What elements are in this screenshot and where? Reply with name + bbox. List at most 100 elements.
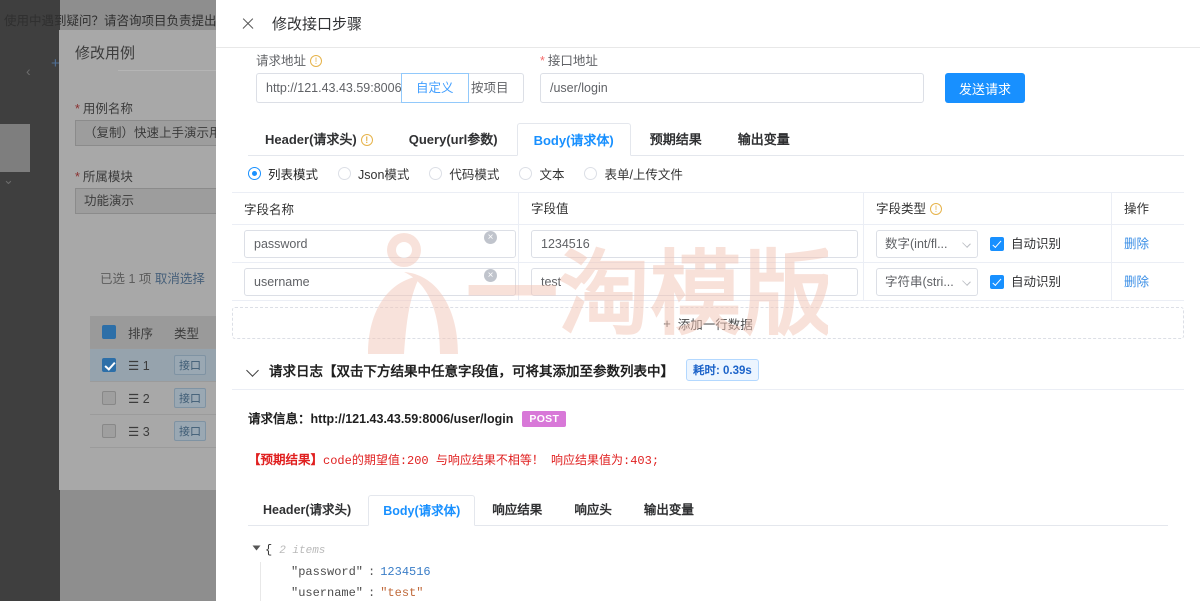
- row-checkbox[interactable]: [102, 424, 116, 438]
- required-asterisk: *: [75, 170, 80, 184]
- field-value-cell: 1234516: [518, 225, 863, 262]
- table-row: username × test 字符串(stri... 自动识别 删除: [232, 263, 1184, 301]
- field-value-cell: test: [518, 263, 863, 300]
- select-all-checkbox[interactable]: [102, 325, 116, 339]
- chevron-down-icon[interactable]: [246, 363, 259, 377]
- response-tab-result[interactable]: 响应结果: [477, 494, 557, 525]
- drawer-body: 请求地址! http://121.43.43.59:8006 自定义 按项目 *…: [216, 48, 1200, 601]
- required-asterisk: *: [540, 54, 545, 68]
- background-ghost-panel: [0, 124, 30, 172]
- json-entry[interactable]: "username" : "test": [291, 583, 1168, 601]
- request-info-line: 请求信息：http://121.43.43.59:8006/user/login…: [248, 408, 1168, 427]
- radio-json-mode[interactable]: Json模式: [338, 164, 409, 183]
- request-url-label: 请求地址!: [256, 50, 323, 69]
- error-text: code的期望值:200 与响应结果不相等！ 响应结果值为:403;: [323, 454, 660, 468]
- json-value[interactable]: 1234516: [380, 562, 430, 583]
- cancel-selection-link[interactable]: 取消选择: [155, 272, 205, 286]
- request-log-title: 请求日志【双击下方结果中任意字段值，可将其添加至参数列表中】: [269, 364, 674, 379]
- response-tab-headers[interactable]: 响应头: [559, 494, 627, 525]
- tab-body[interactable]: Body(请求体): [516, 123, 631, 156]
- field-type-cell: 字符串(stri... 自动识别: [863, 263, 1111, 300]
- info-icon[interactable]: !: [360, 134, 373, 146]
- edit-api-step-drawer: 修改接口步骤 请求地址! http://121.43.43.59:8006 自定…: [216, 0, 1200, 601]
- table-row: password × 1234516 数字(int/fl... 自动识别 删除: [232, 225, 1184, 263]
- field-name-input[interactable]: password ×: [244, 229, 516, 258]
- info-icon[interactable]: !: [930, 203, 943, 215]
- cost-time-badge: 耗时: 0.39s: [686, 359, 759, 381]
- send-request-button[interactable]: 发送请求: [945, 73, 1026, 103]
- json-key: "username": [291, 586, 364, 600]
- json-key: "password": [291, 565, 364, 579]
- background-topbar-text: 使用中遇到疑问？请咨询项目负责提出来；: [4, 14, 236, 28]
- row-checkbox[interactable]: [102, 391, 116, 405]
- radio-list-mode[interactable]: 列表模式: [248, 164, 318, 183]
- column-header-action: 操作: [1111, 193, 1184, 224]
- column-header-field-value: 字段值: [518, 193, 863, 224]
- auto-detect-label: 自动识别: [1011, 274, 1062, 289]
- radio-code-mode[interactable]: 代码模式: [429, 164, 499, 183]
- response-tab-header[interactable]: Header(请求头): [248, 494, 366, 525]
- json-entry[interactable]: "password" : 1234516: [291, 562, 1168, 583]
- action-cell: 删除: [1111, 225, 1184, 262]
- field-type-cell: 数字(int/fl... 自动识别: [863, 225, 1111, 262]
- radio-text-mode[interactable]: 文本: [519, 164, 564, 183]
- api-path-input[interactable]: /user/login: [540, 73, 924, 103]
- field-name-input[interactable]: username ×: [244, 267, 516, 296]
- background-field-label-0: * 用例名称: [75, 102, 133, 116]
- request-url-input[interactable]: http://121.43.43.59:8006: [256, 73, 401, 103]
- segment-custom-button[interactable]: 自定义: [401, 73, 469, 103]
- field-value-input[interactable]: 1234516: [531, 229, 858, 258]
- clear-icon[interactable]: ×: [484, 230, 497, 244]
- json-value[interactable]: "test": [380, 583, 423, 601]
- row-order: ☰ 1: [128, 358, 150, 373]
- radio-icon: [338, 166, 352, 180]
- error-prefix: 【预期结果】: [248, 453, 324, 467]
- url-row: 请求地址! http://121.43.43.59:8006 自定义 按项目 *…: [232, 48, 1184, 110]
- column-header-order: 排序: [128, 326, 154, 341]
- method-badge: POST: [522, 411, 567, 427]
- radio-icon: [429, 166, 443, 180]
- background-dark-strip: [0, 0, 60, 601]
- close-icon[interactable]: [240, 16, 256, 32]
- screen-root: 使用中遇到疑问？请咨询项目负责提出来； ‹ + ⌄ 修改用例 * 用例名称 （复制…: [0, 0, 1200, 601]
- field-type-select[interactable]: 数字(int/fl...: [876, 229, 978, 258]
- json-root-row: { 2 items: [252, 540, 1168, 562]
- chevron-down-icon[interactable]: ⌄: [3, 172, 14, 188]
- field-name-cell: password ×: [232, 225, 518, 262]
- auto-detect-checkbox[interactable]: [990, 274, 1004, 289]
- required-asterisk: *: [75, 102, 80, 116]
- request-log-body: 请求信息：http://121.43.43.59:8006/user/login…: [232, 389, 1184, 601]
- json-item-count: 2 items: [279, 545, 326, 557]
- chevron-down-icon: [962, 276, 971, 286]
- chevron-down-icon: [962, 238, 971, 248]
- field-type-select[interactable]: 字符串(stri...: [876, 267, 978, 296]
- json-entries: "password" : 1234516 "username" : "test": [260, 562, 1168, 601]
- auto-detect-checkbox[interactable]: [990, 236, 1004, 251]
- parameter-table: 字段名称 字段值 字段类型! 操作 password × 1234516 数字(…: [232, 192, 1184, 339]
- tab-output-variable[interactable]: 输出变量: [721, 122, 807, 155]
- tab-query[interactable]: Query(url参数): [392, 122, 515, 155]
- background-field-label-1: * 所属模块: [75, 170, 133, 184]
- delete-row-link[interactable]: 删除: [1124, 266, 1149, 298]
- action-cell: 删除: [1111, 263, 1184, 300]
- tab-expected-result[interactable]: 预期结果: [633, 122, 719, 155]
- delete-row-link[interactable]: 删除: [1124, 228, 1149, 260]
- radio-icon: [248, 166, 261, 180]
- column-header-field-type: 字段类型!: [863, 193, 1111, 224]
- json-colon: :: [368, 586, 376, 600]
- tab-header[interactable]: Header(请求头)!: [248, 122, 390, 155]
- response-tab-output-variable[interactable]: 输出变量: [629, 494, 709, 525]
- request-info-url: http://121.43.43.59:8006/user/login: [310, 412, 514, 426]
- info-icon[interactable]: !: [310, 55, 323, 67]
- background-modal-title: 修改用例: [75, 45, 136, 62]
- row-checkbox[interactable]: [102, 358, 116, 372]
- radio-icon: [584, 166, 598, 180]
- add-row-button[interactable]: + 添加一行数据: [232, 307, 1184, 339]
- expected-result-error: 【预期结果】code的期望值:200 与响应结果不相等！ 响应结果值为:403;: [248, 449, 1168, 468]
- response-tab-body[interactable]: Body(请求体): [368, 495, 476, 526]
- field-value-input[interactable]: test: [531, 267, 858, 296]
- expand-caret-icon[interactable]: [252, 545, 261, 551]
- radio-form-upload-mode[interactable]: 表单/上传文件: [584, 164, 683, 183]
- collapse-left-icon[interactable]: ‹: [26, 63, 31, 79]
- clear-icon[interactable]: ×: [484, 268, 497, 282]
